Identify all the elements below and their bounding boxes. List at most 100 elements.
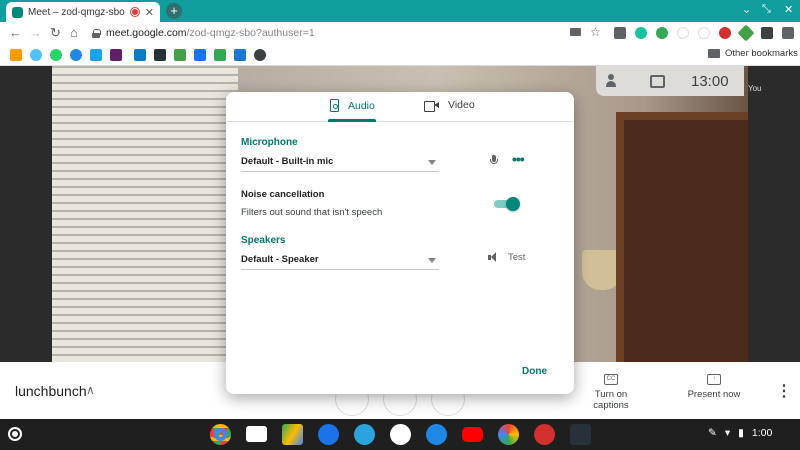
present-now-button[interactable]: ↑ Present now xyxy=(684,374,744,400)
tab-strip: Meet – zod-qmgz-sbo ✕ + ⌄ ⤡ ✕ xyxy=(0,0,800,22)
gmail-app-icon[interactable] xyxy=(246,426,267,442)
extension-shield-icon[interactable] xyxy=(614,26,626,39)
close-window-icon[interactable]: ✕ xyxy=(784,3,793,16)
launcher-icon[interactable] xyxy=(8,427,22,441)
browser-toolbar: ← → ↻ ⌂ meet.google.com/zod-qmgz-sbo?aut… xyxy=(0,22,800,44)
browser-tab-meet[interactable]: Meet – zod-qmgz-sbo ✕ xyxy=(6,2,160,22)
whatsapp-bookmark-icon[interactable] xyxy=(50,49,62,61)
meeting-clock: 13:00 xyxy=(691,72,729,90)
address-bar[interactable]: meet.google.com/zod-qmgz-sbo?authuser=1 xyxy=(88,24,608,42)
noise-cancellation-description: Filters out sound that isn't speech xyxy=(241,207,383,218)
os-shelf: ✎ ▾ ▮ 1:00 xyxy=(0,419,800,450)
stylus-icon[interactable]: ✎ xyxy=(708,427,717,439)
bookmark-snowflake-icon[interactable] xyxy=(30,49,42,61)
drive-app-icon[interactable] xyxy=(282,424,303,445)
bookmark-grid-icon[interactable] xyxy=(234,49,246,61)
window-blinds xyxy=(52,66,238,362)
folder-icon xyxy=(708,49,720,58)
noise-cancellation-toggle[interactable] xyxy=(494,197,520,211)
more-options-icon[interactable]: ⋮ xyxy=(776,384,792,400)
turn-on-captions-button[interactable]: CC Turn on captions xyxy=(576,374,646,411)
status-tray[interactable]: ✎ ▾ ▮ 1:00 xyxy=(708,427,772,439)
extension-blank-icon[interactable] xyxy=(677,26,689,39)
amazon-bookmark-icon[interactable] xyxy=(10,49,22,61)
tab-title: Meet – zod-qmgz-sbo xyxy=(28,6,125,18)
messages-bookmark-icon[interactable] xyxy=(70,49,82,61)
dropdown-arrow-icon xyxy=(428,160,436,165)
lastpass-app-icon[interactable] xyxy=(534,424,555,445)
extension-green-icon[interactable] xyxy=(656,26,668,39)
minimize-window-icon[interactable]: ⌄ xyxy=(742,3,751,16)
microphone-select[interactable]: Default - Built-in mic xyxy=(241,152,439,172)
back-icon[interactable]: ← xyxy=(9,25,22,40)
bookmark-blue-icon[interactable] xyxy=(134,49,146,61)
speakers-selected-value: Default - Speaker xyxy=(241,254,319,265)
files-app-icon[interactable] xyxy=(318,424,339,445)
telegram-app-icon[interactable] xyxy=(354,424,375,445)
dropdown-arrow-icon xyxy=(428,258,436,263)
home-icon[interactable]: ⌂ xyxy=(70,25,78,40)
youtube-app-icon[interactable] xyxy=(462,427,483,442)
chrome-app-icon[interactable] xyxy=(210,424,231,445)
microphone-selected-value: Default - Built-in mic xyxy=(241,156,334,167)
bookmark-dark-icon[interactable] xyxy=(154,49,166,61)
bookmark-app-icon[interactable] xyxy=(570,424,591,445)
url-path: /zod-qmgz-sbo?authuser=1 xyxy=(186,27,315,39)
bookmark-star-icon[interactable]: ☆ xyxy=(590,26,601,38)
audio-settings-dialog: Audio Video Microphone Default - Built-i… xyxy=(226,92,574,394)
camera-in-use-icon[interactable] xyxy=(570,28,581,36)
tab-close-icon[interactable]: ✕ xyxy=(145,6,154,19)
recording-indicator-icon xyxy=(130,8,139,16)
slack-bookmark-icon[interactable] xyxy=(110,49,122,61)
messages-app-icon[interactable] xyxy=(426,424,447,445)
speaker-icon xyxy=(330,99,339,112)
other-bookmarks-folder[interactable]: Other bookmarks xyxy=(708,48,798,59)
extensions-area: ⋮ xyxy=(614,24,800,41)
tab-audio[interactable]: Audio xyxy=(330,99,375,112)
captions-icon: CC xyxy=(604,374,618,385)
tab-audio-label: Audio xyxy=(348,99,375,112)
globe-bookmark-icon[interactable] xyxy=(254,49,266,61)
active-tab-indicator xyxy=(328,119,376,122)
present-icon: ↑ xyxy=(707,374,721,385)
more-horizontal-icon[interactable]: ••• xyxy=(512,151,525,167)
participants-icon[interactable] xyxy=(606,74,624,88)
extension-feedly-icon[interactable] xyxy=(737,24,755,41)
captions-label: Turn on captions xyxy=(593,389,629,411)
meet-favicon-icon xyxy=(12,6,23,18)
drive-bookmark-icon[interactable] xyxy=(214,49,226,61)
battery-icon: ▮ xyxy=(738,427,744,439)
extension-puzzle-icon[interactable] xyxy=(782,26,794,39)
test-speaker-button[interactable]: Test xyxy=(508,252,525,263)
lock-icon xyxy=(92,28,101,38)
extension-blank-2-icon[interactable] xyxy=(698,26,710,39)
forward-icon[interactable]: → xyxy=(29,25,42,40)
done-button[interactable]: Done xyxy=(522,366,547,377)
twitter-bookmark-icon[interactable] xyxy=(90,49,102,61)
bookmark-calendar-icon[interactable] xyxy=(194,49,206,61)
status-clock: 1:00 xyxy=(751,427,773,439)
feedly-bookmark-icon[interactable] xyxy=(174,49,186,61)
video-camera-icon xyxy=(424,100,439,112)
tab-video[interactable]: Video xyxy=(424,99,475,112)
speakers-select[interactable]: Default - Speaker xyxy=(241,250,439,270)
other-bookmarks-label: Other bookmarks xyxy=(725,48,798,59)
photos-app-icon[interactable] xyxy=(498,424,519,445)
extension-cast-icon[interactable] xyxy=(761,26,773,39)
messenger-app-icon[interactable] xyxy=(390,424,411,445)
chevron-up-icon[interactable]: ∧ xyxy=(86,383,95,397)
volume-icon xyxy=(488,252,502,264)
url-host: meet.google.com xyxy=(106,27,187,39)
extension-red-icon[interactable] xyxy=(719,26,731,39)
meeting-name[interactable]: lunchbunch xyxy=(15,383,87,399)
restore-window-icon[interactable]: ⤡ xyxy=(762,3,771,16)
new-tab-button[interactable]: + xyxy=(166,3,182,19)
bookmarks-bar: Other bookmarks xyxy=(0,44,800,66)
present-label: Present now xyxy=(687,389,741,400)
microphone-label: Microphone xyxy=(241,137,298,148)
wifi-icon: ▾ xyxy=(724,427,731,439)
chat-icon[interactable] xyxy=(650,74,665,88)
extension-grammarly-icon[interactable] xyxy=(635,26,647,39)
toggle-thumb xyxy=(506,197,520,211)
reload-icon[interactable]: ↻ xyxy=(50,25,61,41)
